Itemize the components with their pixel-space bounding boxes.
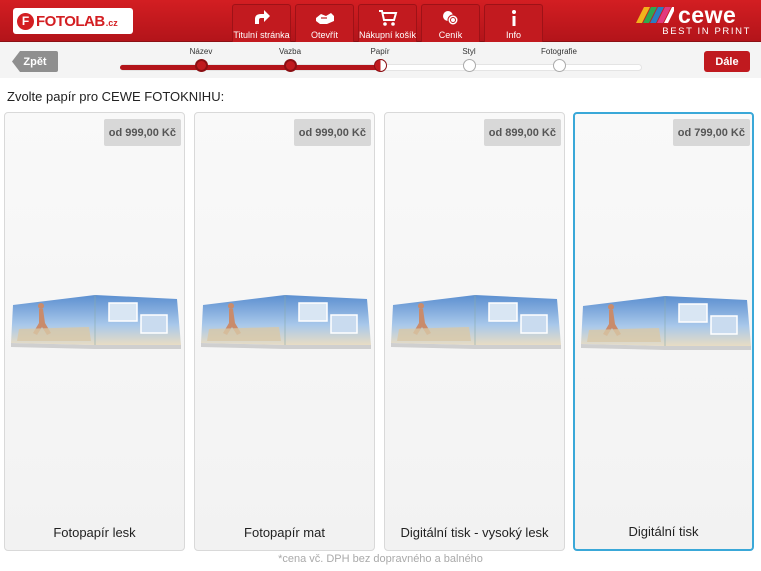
logo-suffix: .cz [105, 18, 118, 28]
step-photos[interactable]: Fotografie [519, 42, 599, 72]
main-nav: Titulní stránka Otevřít Nákupní košík Ce… [232, 4, 543, 42]
price-badge: od 899,00 Kč [483, 119, 561, 146]
step-label: Název [189, 47, 213, 56]
nav-pricelist-label: Ceník [438, 30, 463, 40]
nav-open-button[interactable]: Otevřít [295, 4, 354, 42]
paper-option-card-selected[interactable]: od 799,00 Kč Digitální tisk [573, 112, 754, 551]
step-label: Vazba [278, 47, 302, 56]
step-style[interactable]: Styl [429, 42, 509, 72]
step-label: Styl [462, 47, 476, 56]
step-dot [552, 59, 566, 72]
step-dot [194, 59, 208, 72]
home-arrow-icon [252, 8, 272, 28]
next-button[interactable]: Dále [704, 51, 750, 72]
nav-pricelist-button[interactable]: Ceník [421, 4, 480, 42]
fotolab-logo[interactable]: F FOTOLAB .cz [13, 8, 133, 34]
price-footnote: *cena vč. DPH bez dopravného a balného [278, 553, 483, 565]
paper-option-label: Fotopapír mat [244, 525, 325, 540]
page-title: Zvolte papír pro CEWE FOTOKNIHU: [7, 89, 225, 104]
app-header: F FOTOLAB .cz Titulní stránka Otevřít Ná… [0, 0, 761, 42]
nav-info-label: Info [505, 30, 521, 40]
step-label: Papír [370, 47, 390, 56]
cewe-tagline: BEST IN PRINT [662, 26, 751, 37]
nav-cart-label: Nákupní košík [358, 30, 417, 40]
paper-option-card[interactable]: od 899,00 Kč Digitální tisk - vysoký les… [384, 112, 565, 551]
step-dot [373, 59, 387, 72]
step-binding[interactable]: Vazba [250, 42, 330, 72]
paper-option-card[interactable]: od 999,00 Kč Fotopapír mat [194, 112, 375, 551]
nav-home-button[interactable]: Titulní stránka [232, 4, 291, 42]
logo-text: FOTOLAB [36, 12, 105, 30]
photobook-image [9, 289, 181, 356]
step-name[interactable]: Název [161, 42, 241, 72]
cart-icon [378, 8, 398, 28]
step-paper[interactable]: Papír [340, 42, 420, 72]
coins-icon [441, 8, 461, 28]
nav-cart-button[interactable]: Nákupní košík [358, 4, 417, 42]
nav-open-label: Otevřít [310, 30, 338, 40]
paper-option-label: Digitální tisk - vysoký lesk [400, 525, 549, 540]
back-button[interactable]: Zpět [12, 51, 58, 72]
paper-option-label: Fotopapír lesk [53, 525, 136, 540]
info-icon [509, 8, 519, 28]
cewe-logo: cewe BEST IN PRINT [636, 2, 751, 37]
cewe-colorbar-icon [636, 7, 674, 23]
price-badge: od 999,00 Kč [103, 119, 181, 146]
step-dot [283, 59, 297, 72]
step-label: Fotografie [540, 47, 578, 56]
price-badge: od 999,00 Kč [293, 119, 371, 146]
photobook-image [389, 289, 561, 356]
step-dot [462, 59, 476, 72]
paper-option-card[interactable]: od 999,00 Kč Fotopapír lesk [4, 112, 185, 551]
cewe-wordmark: cewe [678, 2, 737, 28]
photobook-image [199, 289, 371, 356]
nav-info-button[interactable]: Info [484, 4, 543, 42]
fotolab-logo-icon: F [17, 12, 34, 30]
step-bar: Zpět Název Vazba Papír Styl Fotografie D… [0, 42, 761, 78]
price-badge: od 799,00 Kč [672, 119, 750, 146]
paper-option-label: Digitální tisk [628, 524, 699, 539]
open-hand-icon [314, 8, 336, 28]
nav-home-label: Titulní stránka [233, 30, 290, 40]
photobook-image [579, 290, 751, 357]
